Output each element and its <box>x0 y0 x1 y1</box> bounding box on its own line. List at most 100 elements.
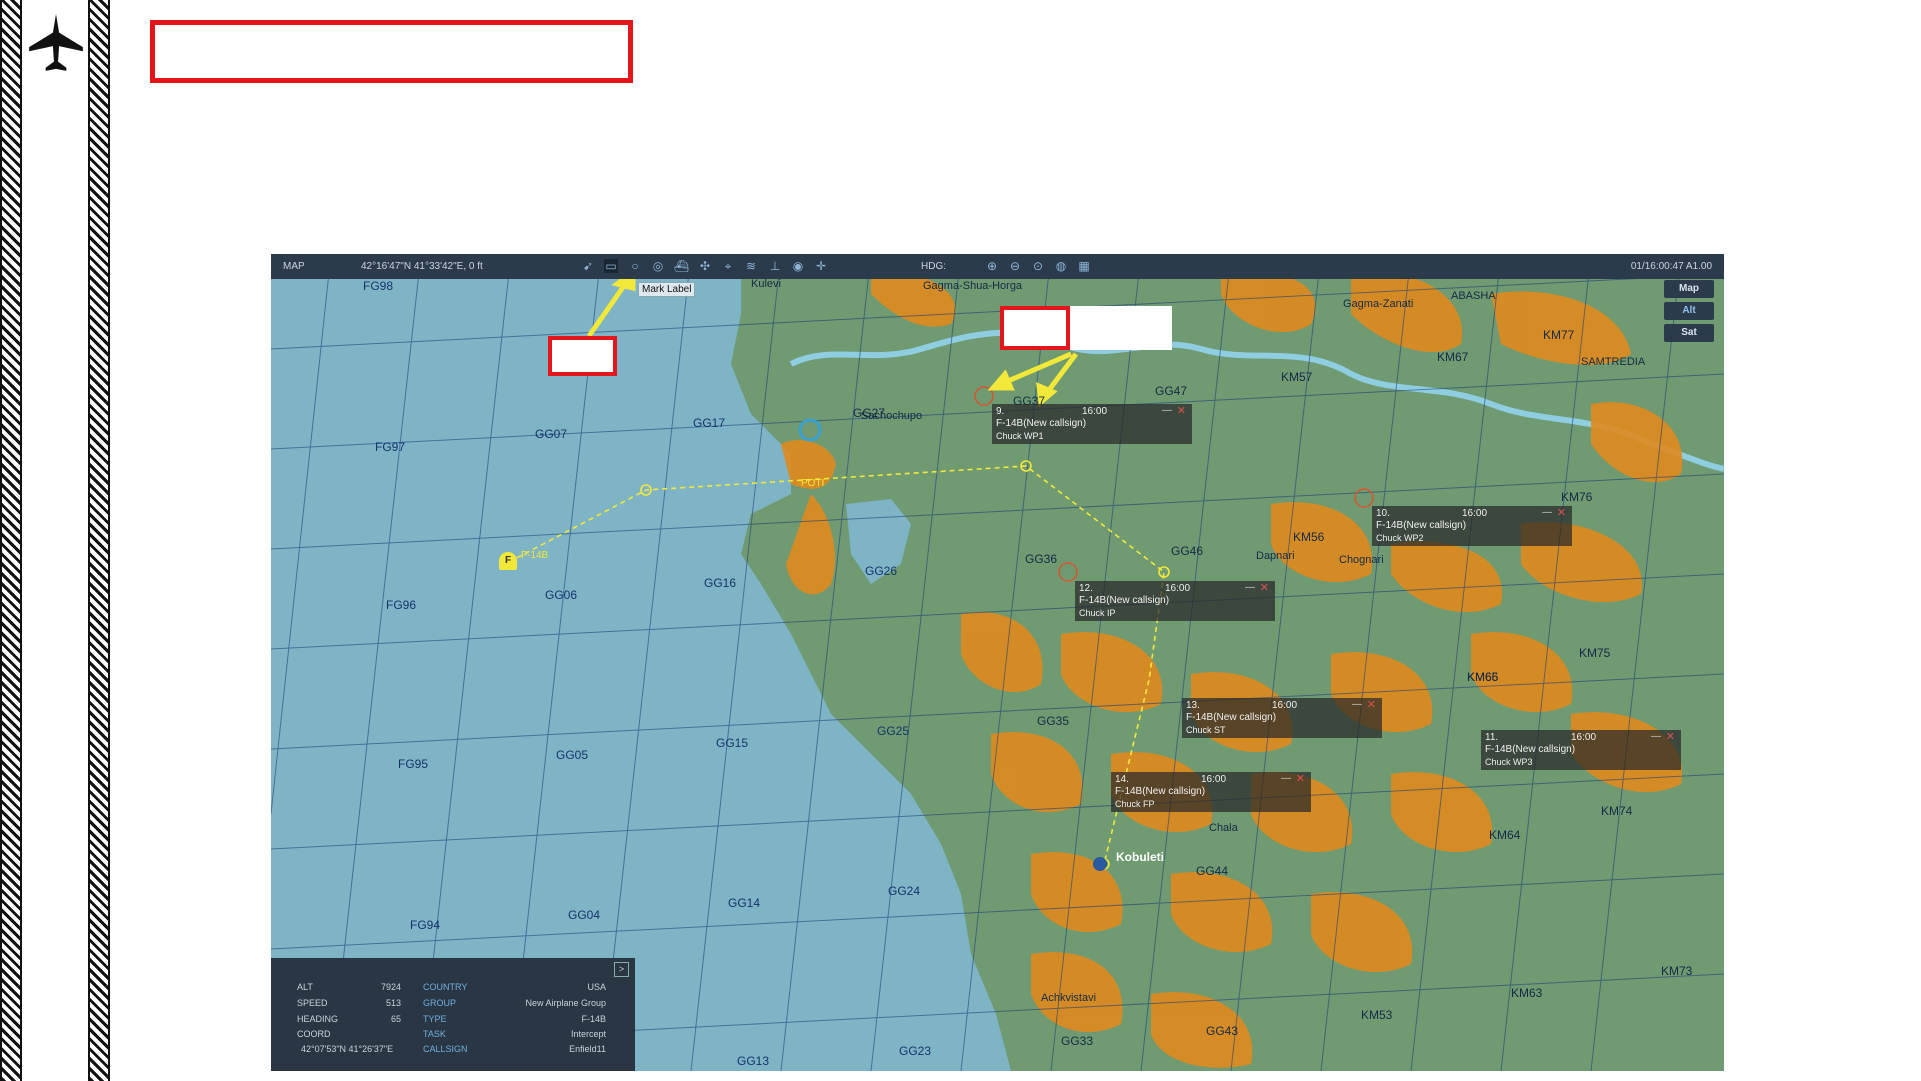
close-icon[interactable]: ✕ <box>1367 699 1376 711</box>
grid-label: GG35 <box>1037 714 1070 728</box>
place-label: Gagma-Shua-Horga <box>923 280 1023 292</box>
left-hatched-rail <box>0 0 22 1081</box>
waypoint-sub: Chuck WP3 <box>1485 757 1533 767</box>
grid-label: KM67 <box>1437 350 1469 364</box>
place-label: Chala <box>1209 822 1238 834</box>
waypoint-sub: Chuck WP2 <box>1376 533 1424 543</box>
unit-info-panel: > ALT 7924 SPEED 513 HEADING 65 COORD 42… <box>271 958 635 1071</box>
close-icon[interactable]: ✕ <box>1177 405 1186 417</box>
aircraft-marker[interactable]: F <box>499 552 517 570</box>
info-value: Enfield11 <box>569 1044 606 1054</box>
close-icon[interactable]: ✕ <box>1260 582 1269 594</box>
waypoint-name: F-14B(New callsign) <box>1079 595 1170 606</box>
map-toolbar: MAP 42°16'47"N 41°33'42"E, 0 ft ➹ ▭ ○ ◎ … <box>271 254 1724 279</box>
layer-alt-button[interactable]: Alt <box>1664 302 1714 320</box>
waypoint-time: 16:00 <box>1082 406 1108 417</box>
waypoint-sub: Chuck IP <box>1079 608 1116 618</box>
info-key: ALT <box>297 982 313 992</box>
waypoint-card[interactable]: 13. F-14B(New callsign) Chuck ST 16:00 —… <box>1182 698 1382 738</box>
waypoint-time: 16:00 <box>1165 583 1191 594</box>
waypoint-time: 16:00 <box>1272 700 1298 711</box>
info-value: Intercept <box>570 1029 606 1039</box>
pointer-icon[interactable]: ➹ <box>581 259 595 273</box>
info-value: 42°07'53"N 41°26'37"E <box>301 1044 394 1054</box>
info-value: F-14B <box>581 1014 606 1024</box>
info-key: CALLSIGN <box>423 1044 468 1054</box>
grid-label: GG24 <box>888 884 921 898</box>
annotation-box-toolbar <box>548 336 617 376</box>
place-label: ABASHA <box>1451 290 1496 302</box>
grid-label: GG13 <box>737 1054 770 1068</box>
tower-icon[interactable]: ⊥ <box>768 259 782 273</box>
globe-icon[interactable]: ◍ <box>1054 259 1068 273</box>
close-icon[interactable]: ✕ <box>1296 773 1305 785</box>
mark-circle-icon[interactable]: ◎ <box>651 259 665 273</box>
grid-label: GG46 <box>1171 544 1204 558</box>
aircraft-label: F-14B <box>521 550 549 561</box>
minimize-icon[interactable]: — <box>1542 507 1552 519</box>
place-label: SAMTREDIA <box>1581 356 1646 368</box>
place-label: Chognari <box>1339 554 1384 566</box>
waypoint-name: F-14B(New callsign) <box>1186 712 1277 723</box>
info-key: COORD <box>297 1029 331 1039</box>
waypoint-card[interactable]: 9. F-14B(New callsign) Chuck WP1 16:00 —… <box>992 404 1192 444</box>
zoom-out-icon[interactable]: ⊖ <box>1008 259 1022 273</box>
grid-label: KM56 <box>1293 530 1325 544</box>
grid-label: KM53 <box>1361 1008 1393 1022</box>
waypoint-card[interactable]: 11. F-14B(New callsign) Chuck WP3 16:00 … <box>1481 730 1681 770</box>
close-icon[interactable]: ✕ <box>1557 507 1566 519</box>
layer-sat-button[interactable]: Sat <box>1664 324 1714 342</box>
grid-icon[interactable]: ▦ <box>1077 259 1091 273</box>
place-label: Achkvistavi <box>1041 992 1097 1004</box>
ruler-icon[interactable]: ▭ <box>604 259 618 273</box>
right-hatched-rail <box>88 0 110 1081</box>
grid-label: KM63 <box>1511 986 1543 1000</box>
zoom-in-icon[interactable]: ⊕ <box>985 259 999 273</box>
minimize-icon[interactable]: — <box>1245 582 1255 594</box>
map-title: MAP <box>283 261 305 272</box>
minimize-icon[interactable]: — <box>1162 405 1172 417</box>
waypoint-card[interactable]: 12. F-14B(New callsign) Chuck IP 16:00 —… <box>1075 581 1275 621</box>
grid-label: GG25 <box>877 724 910 738</box>
waypoint-name: F-14B(New callsign) <box>1376 520 1467 531</box>
grid-label: FG97 <box>375 440 406 454</box>
cursor-coords: 42°16'47"N 41°33'42"E, 0 ft <box>361 261 483 272</box>
info-value: USA <box>587 982 606 992</box>
info-value: 65 <box>390 1014 401 1024</box>
waypoint-name: F-14B(New callsign) <box>996 418 1087 429</box>
mark-label-icon[interactable]: ○ <box>628 259 642 273</box>
close-icon[interactable]: ✕ <box>1666 731 1675 743</box>
waypoint-card[interactable]: 14. F-14B(New callsign) Chuck FP 16:00 —… <box>1111 772 1311 812</box>
map-canvas[interactable]: F F-14B POTI FG98 FG97 FG96 FG95 FG94 GG… <box>271 254 1724 1071</box>
info-value: 7924 <box>380 982 401 992</box>
grid-label: KM73 <box>1661 964 1693 978</box>
jet-logo-icon <box>29 14 83 71</box>
minimize-icon[interactable]: — <box>1281 773 1291 785</box>
place-label: Sachochupo <box>861 410 923 422</box>
signal-icon[interactable]: ≋ <box>744 259 758 273</box>
crosshair-icon[interactable]: ✛ <box>814 259 828 273</box>
mark-label-tooltip: Mark Label <box>638 282 696 297</box>
info-value: 513 <box>385 998 401 1008</box>
grid-label: FG98 <box>363 279 394 293</box>
grid-label: GG23 <box>899 1044 932 1058</box>
helicopter-icon[interactable]: ✣ <box>698 259 712 273</box>
radar-icon[interactable]: ◉ <box>791 259 805 273</box>
minimize-icon[interactable]: — <box>1651 731 1661 743</box>
info-key: SPEED <box>297 998 328 1008</box>
annotation-box-waypoint <box>1000 306 1070 350</box>
minimize-icon[interactable]: — <box>1352 699 1362 711</box>
place-label: Gagma-Zanati <box>1343 298 1414 310</box>
zoom-fit-icon[interactable]: ⊙ <box>1031 259 1045 273</box>
target-icon[interactable]: ⌖ <box>721 259 735 273</box>
waypoint-card[interactable]: 10. F-14B(New callsign) Chuck WP2 16:00 … <box>1372 506 1572 546</box>
ship-icon[interactable]: ⛴ <box>674 259 689 273</box>
info-key: TASK <box>423 1029 446 1039</box>
annotation-label-blank <box>1070 306 1172 350</box>
layer-map-button[interactable]: Map <box>1664 280 1714 298</box>
collapse-panel-button[interactable]: > <box>614 962 629 977</box>
place-label: Kulevi <box>751 278 781 290</box>
title-callout-box <box>150 20 633 83</box>
grid-label: GG26 <box>865 564 898 578</box>
heading-label: HDG: <box>921 261 946 272</box>
